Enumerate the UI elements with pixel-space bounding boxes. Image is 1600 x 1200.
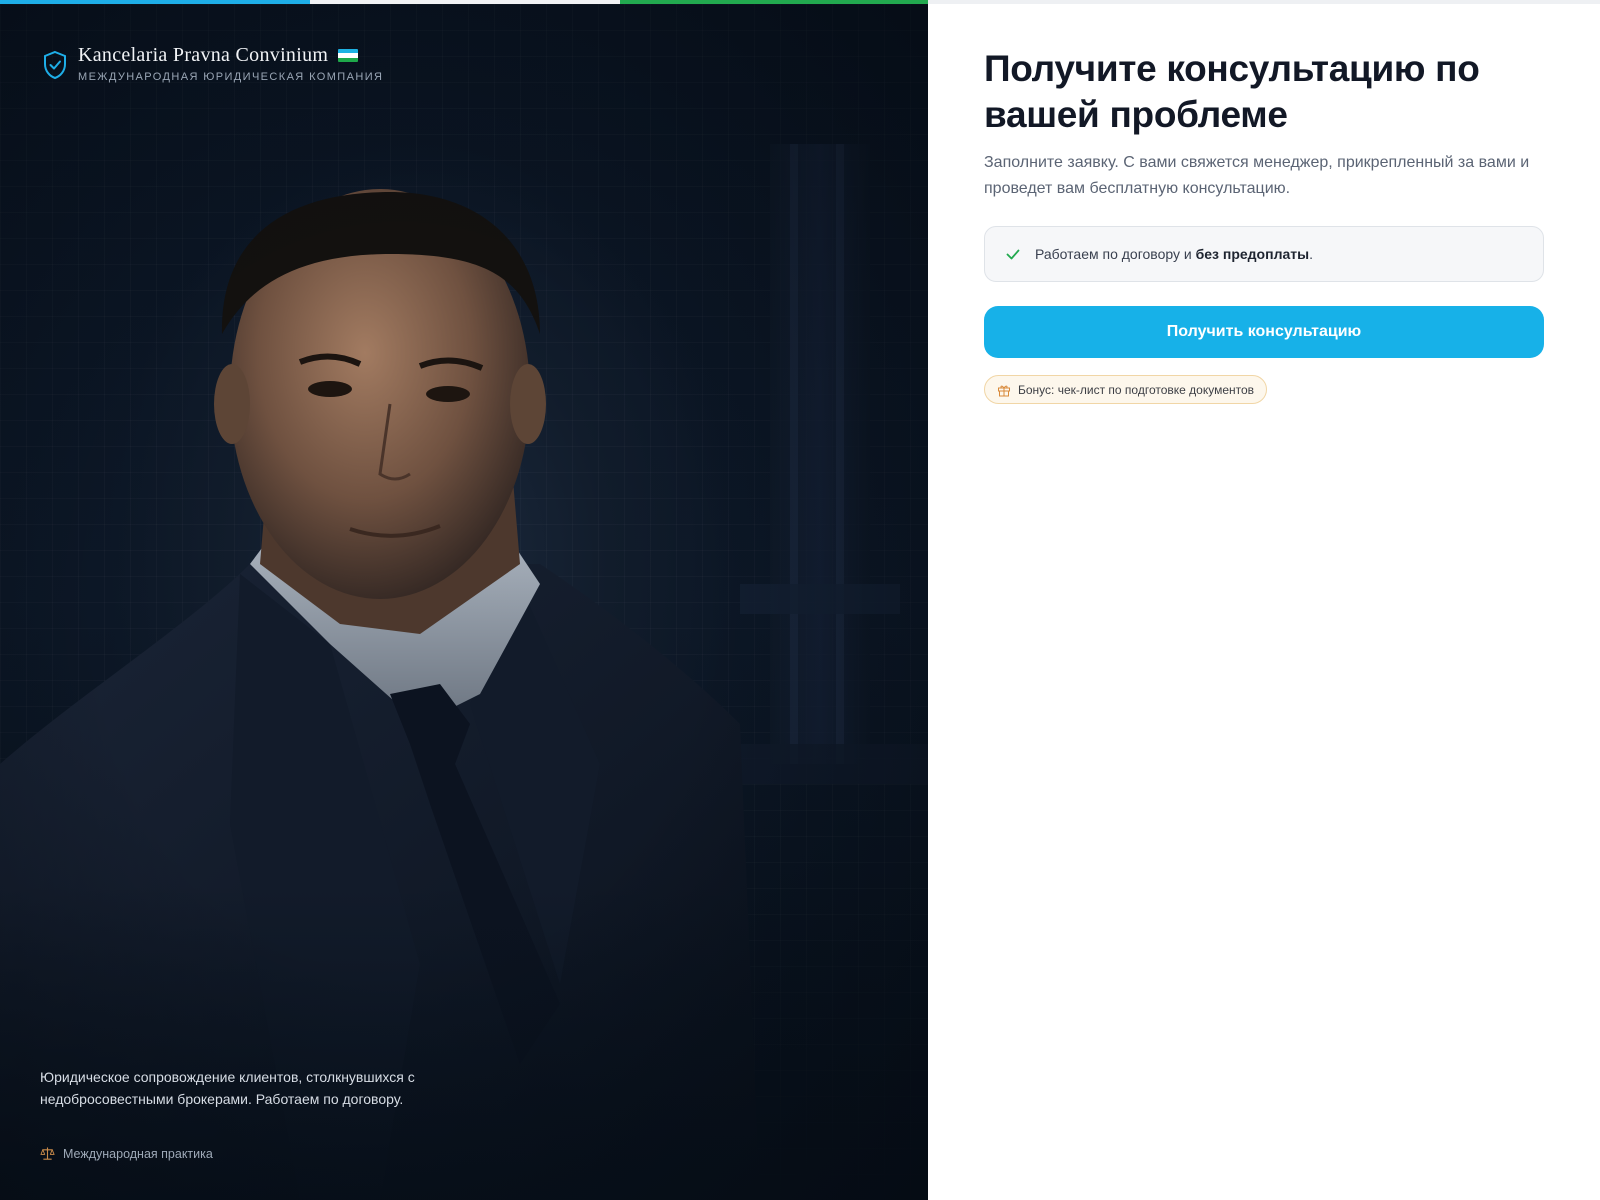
top-accent-bar	[0, 0, 1600, 4]
brand-subtitle: МЕЖДУНАРОДНАЯ ЮРИДИЧЕСКАЯ КОМПАНИЯ	[78, 71, 384, 83]
uzbekistan-flag-icon	[338, 49, 359, 62]
brand-name: Kancelaria Pravna Convinium	[78, 44, 329, 66]
bonus-label: Бонус: чек-лист по подготовке документов	[1018, 382, 1255, 397]
note-bold-text: без предоплаты	[1195, 246, 1310, 262]
form-lead-text: Заполните заявку. С вами свяжется менедж…	[984, 154, 1530, 197]
hero-panel: Kancelaria Pravna Convinium МЕЖДУНАРОДНА…	[0, 4, 928, 1200]
note-suffix: .	[1309, 246, 1313, 262]
accent-segment-green	[620, 0, 928, 4]
scales-icon	[40, 1147, 55, 1160]
brand-logo[interactable]: Kancelaria Pravna Convinium МЕЖДУНАРОДНА…	[42, 44, 383, 83]
accent-segment-gray	[928, 0, 1600, 4]
gift-icon	[998, 385, 1010, 396]
accent-segment-blue	[0, 0, 310, 4]
practice-label: Международная практика	[63, 1146, 213, 1161]
contract-note: Работаем по договору и без предоплаты.	[984, 226, 1544, 282]
consultation-panel: Получите консультацию по вашей проблеме …	[928, 4, 1600, 1200]
check-icon	[1006, 249, 1020, 260]
practice-badge: Международная практика	[40, 1146, 213, 1161]
bonus-badge[interactable]: Бонус: чек-лист по подготовке документов	[984, 375, 1268, 404]
get-consultation-button[interactable]: Получить консультацию	[984, 306, 1544, 358]
note-text: Работаем по договору и	[1035, 246, 1196, 262]
hero-caption: Юридическое сопровождение клиентов, стол…	[40, 1069, 415, 1107]
accent-segment-white	[310, 0, 620, 4]
form-title: Получите консультацию по вашей проблеме	[984, 48, 1480, 135]
shield-check-icon	[44, 50, 66, 80]
